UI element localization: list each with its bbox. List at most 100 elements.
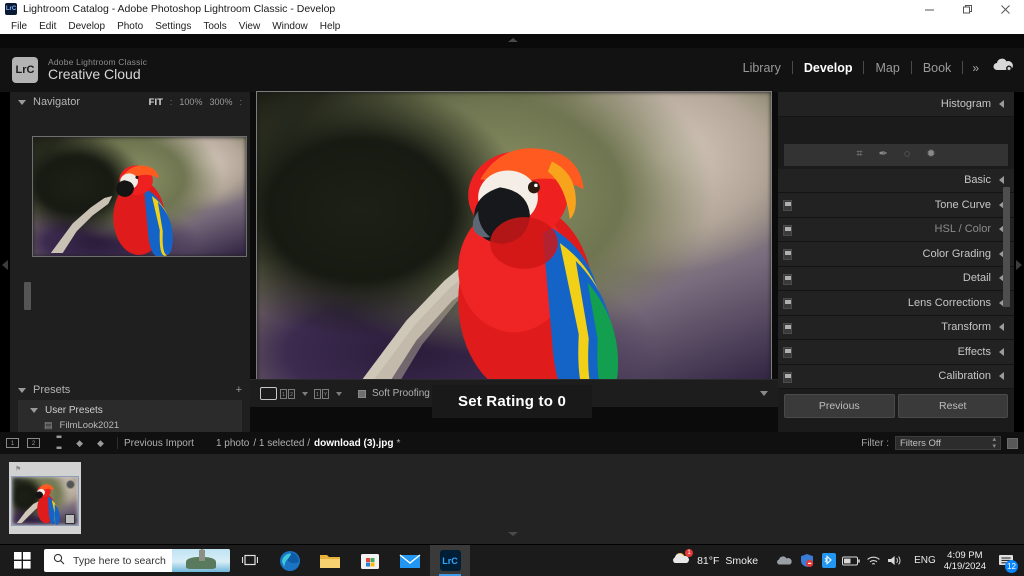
panel-toggle-switch[interactable] bbox=[783, 274, 792, 285]
list-item[interactable]: ⚑ bbox=[9, 462, 81, 534]
crop-overlay-icon[interactable]: ⌗ bbox=[856, 149, 862, 160]
chevron-left-icon[interactable] bbox=[999, 176, 1004, 184]
spot-removal-icon[interactable]: ✒ bbox=[879, 149, 888, 160]
menu-view[interactable]: View bbox=[233, 21, 267, 32]
soft-proofing-checkbox[interactable] bbox=[358, 390, 366, 398]
module-map[interactable]: Map bbox=[864, 61, 910, 75]
zoom-fit[interactable]: FIT bbox=[149, 97, 163, 108]
module-library[interactable]: Library bbox=[732, 61, 792, 75]
zoom-300[interactable]: 300% bbox=[209, 97, 232, 107]
panel-detail[interactable]: Detail bbox=[778, 267, 1014, 292]
navigator-preview[interactable] bbox=[32, 136, 247, 257]
search-input[interactable]: Type here to search bbox=[44, 549, 230, 572]
menu-photo[interactable]: Photo bbox=[111, 21, 149, 32]
panel-calibration[interactable]: Calibration bbox=[778, 365, 1014, 390]
panel-toggle-switch[interactable] bbox=[783, 372, 792, 383]
onedrive-icon[interactable] bbox=[774, 545, 796, 576]
module-develop[interactable]: Develop bbox=[793, 61, 864, 75]
filmstrip-view-2-icon[interactable]: 2 bbox=[27, 438, 40, 448]
right-panel-collapse-arrow[interactable] bbox=[1016, 260, 1022, 270]
filmstrip-source[interactable]: Previous Import bbox=[124, 438, 194, 449]
filter-toggle-icon[interactable] bbox=[1007, 438, 1018, 449]
task-view-icon[interactable] bbox=[230, 545, 270, 576]
panel-basic[interactable]: Basic bbox=[778, 169, 1014, 194]
wifi-icon[interactable] bbox=[862, 545, 884, 576]
panel-toggle-switch[interactable] bbox=[783, 225, 792, 236]
navigator-header[interactable]: Navigator FIT : 100% 300% : bbox=[10, 92, 250, 112]
cloud-sync-icon[interactable] bbox=[992, 58, 1014, 77]
taskbar-app-file-explorer[interactable] bbox=[310, 545, 350, 576]
panel-toggle-switch[interactable] bbox=[783, 347, 792, 358]
language-indicator[interactable]: ENG bbox=[914, 555, 936, 566]
toolbar-options-icon[interactable] bbox=[760, 391, 768, 396]
panel-color-grading[interactable]: Color Grading bbox=[778, 242, 1014, 267]
menu-develop[interactable]: Develop bbox=[62, 21, 111, 32]
left-panel-scrollbar[interactable] bbox=[24, 282, 31, 310]
panel-toggle-switch[interactable] bbox=[783, 298, 792, 309]
clock[interactable]: 4:09 PM 4/19/2024 bbox=[944, 550, 986, 572]
loupe-view-icon[interactable] bbox=[260, 387, 277, 400]
menu-edit[interactable]: Edit bbox=[33, 21, 62, 32]
panel-transform[interactable]: Transform bbox=[778, 316, 1014, 341]
chevron-down-icon[interactable] bbox=[302, 392, 308, 396]
restore-icon[interactable] bbox=[948, 0, 986, 18]
add-preset-icon[interactable]: + bbox=[236, 384, 242, 396]
menu-tools[interactable]: Tools bbox=[197, 21, 232, 32]
panel-toggle-switch[interactable] bbox=[783, 249, 792, 260]
chevron-down-icon[interactable] bbox=[336, 392, 342, 396]
menu-window[interactable]: Window bbox=[266, 21, 314, 32]
chevron-down-icon[interactable] bbox=[18, 100, 26, 105]
panel-effects[interactable]: Effects bbox=[778, 340, 1014, 365]
taskbar-app-mail[interactable] bbox=[390, 545, 430, 576]
taskbar-app-lightroom-classic[interactable]: LrC bbox=[430, 545, 470, 576]
chevron-left-icon[interactable] bbox=[999, 348, 1004, 356]
panel-toggle-switch[interactable] bbox=[783, 200, 792, 211]
survey-view-icon[interactable]: 1Y bbox=[314, 389, 330, 399]
weather-widget[interactable]: 1 81°F Smoke bbox=[672, 551, 758, 571]
filmstrip-view-1-icon[interactable]: 1 bbox=[6, 438, 19, 448]
filter-select[interactable]: Filters Off ▴▾ bbox=[895, 436, 1001, 450]
module-more-icon[interactable]: » bbox=[963, 61, 988, 75]
previous-button[interactable]: Previous bbox=[784, 394, 895, 418]
volume-icon[interactable] bbox=[884, 545, 906, 576]
back-arrow-icon[interactable]: ◆ bbox=[76, 438, 83, 449]
panel-toggle-switch[interactable] bbox=[783, 323, 792, 334]
masking-icon[interactable]: ✹ bbox=[926, 149, 935, 160]
thumbnail-badge-icon[interactable] bbox=[66, 480, 75, 489]
grid-view-icon[interactable]: ▪▪▪▪ bbox=[56, 432, 61, 454]
notification-center-icon[interactable]: 12 bbox=[994, 545, 1018, 576]
menu-settings[interactable]: Settings bbox=[149, 21, 197, 32]
panel-histogram[interactable]: Histogram bbox=[778, 92, 1014, 117]
taskbar-app-microsoft-store[interactable] bbox=[350, 545, 390, 576]
menu-file[interactable]: File bbox=[5, 21, 33, 32]
red-eye-icon[interactable]: ◌ bbox=[904, 149, 911, 160]
right-panel-scrollbar[interactable] bbox=[1003, 187, 1010, 307]
chevron-left-icon[interactable] bbox=[999, 372, 1004, 380]
filmstrip-collapse-arrow[interactable] bbox=[508, 532, 518, 536]
top-panel-collapse-arrow[interactable] bbox=[508, 38, 518, 42]
taskbar-app-edge[interactable] bbox=[270, 545, 310, 576]
panel-lens-corrections[interactable]: Lens Corrections bbox=[778, 291, 1014, 316]
close-icon[interactable] bbox=[986, 0, 1024, 18]
list-item[interactable]: ▤ FilmLook2021 bbox=[18, 418, 242, 433]
chevron-left-icon[interactable] bbox=[999, 100, 1004, 108]
bluetooth-icon[interactable] bbox=[818, 545, 840, 576]
zoom-100[interactable]: 100% bbox=[179, 97, 202, 107]
battery-icon[interactable] bbox=[840, 545, 862, 576]
menu-help[interactable]: Help bbox=[314, 21, 347, 32]
compare-view-icon[interactable]: 12 bbox=[280, 389, 296, 399]
flag-icon[interactable]: ⚑ bbox=[15, 465, 21, 473]
module-book[interactable]: Book bbox=[912, 61, 963, 75]
left-panel-collapse-arrow[interactable] bbox=[2, 260, 8, 270]
forward-arrow-icon[interactable]: ◆ bbox=[97, 438, 104, 449]
start-icon[interactable] bbox=[0, 545, 44, 576]
chevron-down-icon[interactable] bbox=[30, 408, 38, 413]
preset-group-user-presets[interactable]: User Presets bbox=[18, 403, 242, 418]
chevron-down-icon[interactable] bbox=[18, 388, 26, 393]
photo-canvas[interactable] bbox=[256, 91, 772, 388]
presets-header[interactable]: Presets + bbox=[10, 380, 250, 400]
minimize-icon[interactable] bbox=[910, 0, 948, 18]
panel-hsl-color[interactable]: HSL / Color bbox=[778, 218, 1014, 243]
reset-button[interactable]: Reset bbox=[898, 394, 1009, 418]
security-icon[interactable] bbox=[796, 545, 818, 576]
